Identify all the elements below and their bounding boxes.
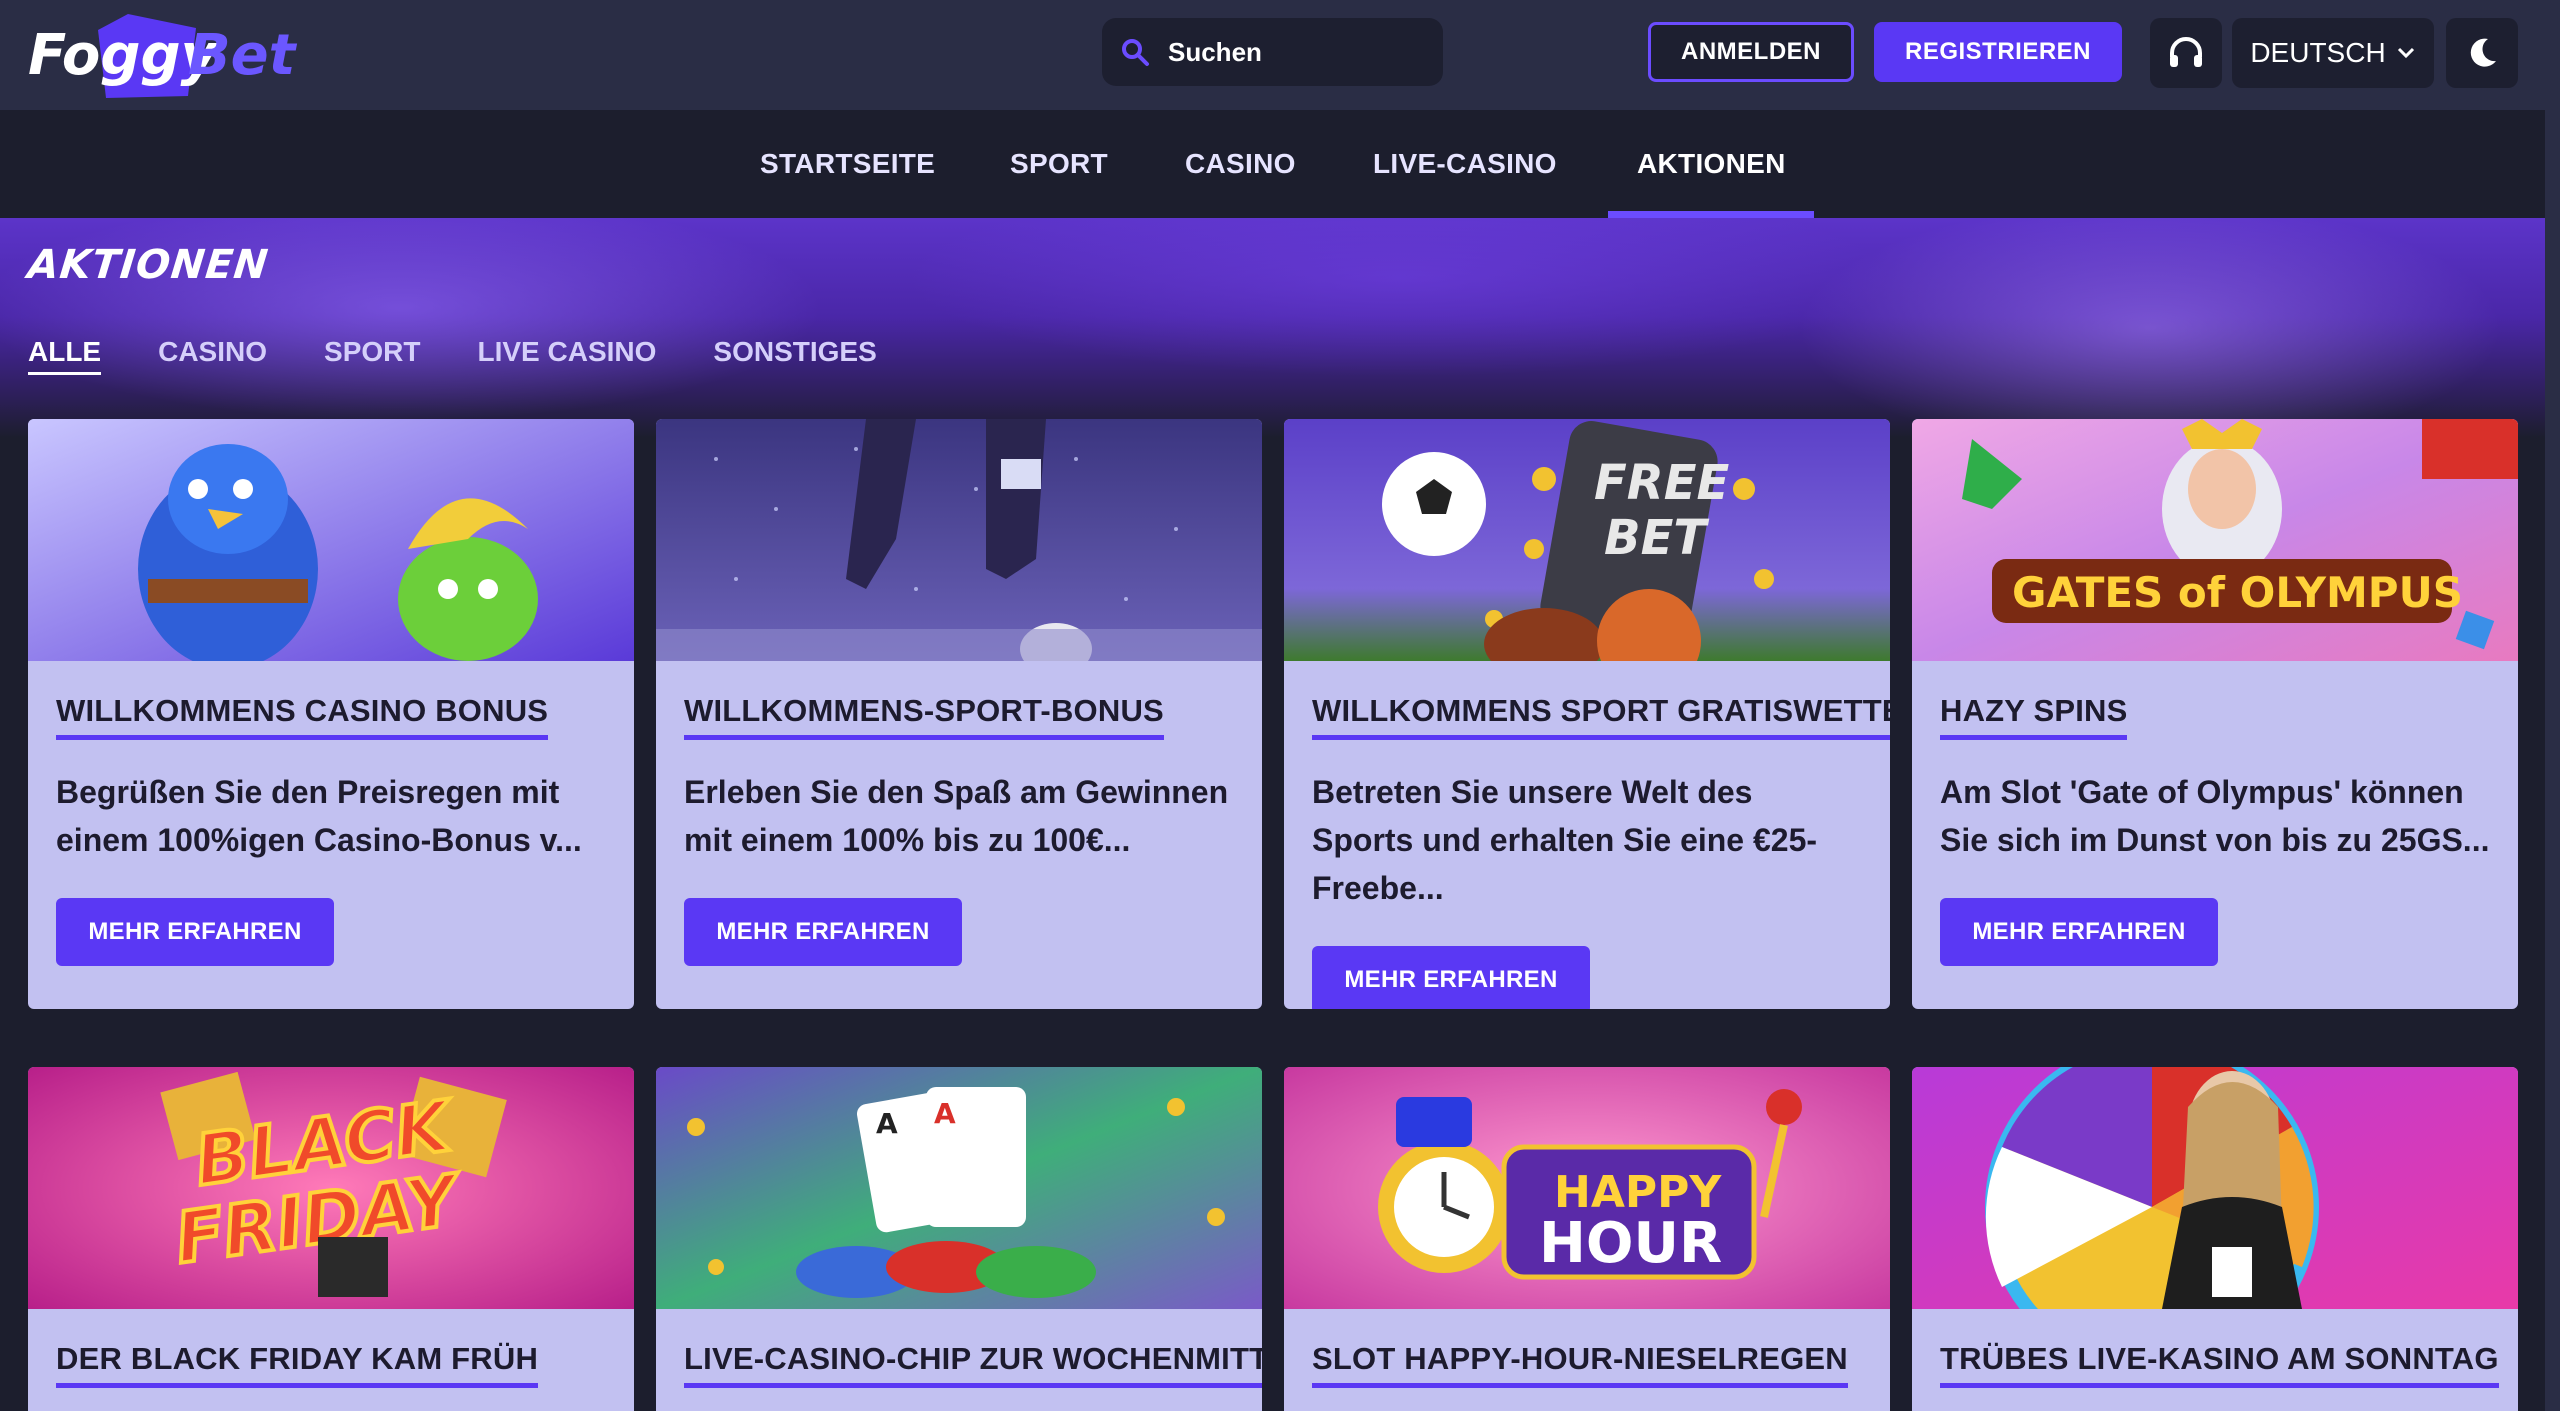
nav-sport[interactable]: SPORT bbox=[1010, 110, 1108, 218]
page-scrollbar[interactable] bbox=[2545, 110, 2560, 1411]
promo-card: BLACK FRIDAY DER BLACK FRIDAY KAM FRÜH bbox=[28, 1067, 634, 1411]
learn-more-button[interactable]: MEHR ERFAHREN bbox=[1312, 946, 1590, 1009]
main-navigation: STARTSEITE SPORT CASINO LIVE-CASINO AKTI… bbox=[0, 110, 2545, 218]
free-bet-art: FREE BET bbox=[1284, 419, 1890, 661]
learn-more-button[interactable]: MEHR ERFAHREN bbox=[56, 898, 334, 966]
promo-card: GATES of OLYMPUS HAZY SPINS Am Slot 'Gat… bbox=[1912, 419, 2518, 1009]
filter-sport[interactable]: SPORT bbox=[324, 336, 420, 375]
search-icon bbox=[1122, 39, 1149, 66]
nav-startseite[interactable]: STARTSEITE bbox=[760, 110, 935, 218]
theme-toggle-button[interactable] bbox=[2446, 18, 2518, 88]
filter-alle[interactable]: ALLE bbox=[28, 336, 102, 375]
happy-hour-text-2: HOUR bbox=[1539, 1211, 1722, 1276]
football-player-art bbox=[656, 419, 1262, 661]
filter-live-casino[interactable]: LIVE CASINO bbox=[477, 336, 656, 375]
promo-card: A A LIVE-CASINO-CHIP ZUR WOCHENMITTE bbox=[656, 1067, 1262, 1411]
promo-description: Erleben Sie den Spaß am Gewinnen mit ein… bbox=[684, 774, 1229, 858]
nav-aktionen[interactable]: AKTIONEN bbox=[1637, 110, 1786, 218]
language-select[interactable]: DEUTSCH bbox=[2232, 18, 2434, 88]
chevron-down-icon bbox=[2397, 47, 2414, 59]
svg-text:A: A bbox=[934, 1097, 956, 1130]
nav-active-indicator bbox=[1608, 211, 1814, 218]
promo-card: WILLKOMMENS-SPORT-BONUS Erleben Sie den … bbox=[656, 419, 1262, 1009]
promo-description: Am Slot 'Gate of Olympus' können Sie sic… bbox=[1940, 774, 2490, 858]
moon-icon bbox=[2470, 38, 2496, 67]
login-button[interactable]: ANMELDEN bbox=[1648, 22, 1854, 82]
search-box[interactable] bbox=[1102, 18, 1443, 86]
page-title: AKTIONEN bbox=[25, 242, 271, 288]
support-button[interactable] bbox=[2150, 18, 2222, 88]
search-input[interactable] bbox=[1168, 36, 1408, 68]
promo-card: TRÜBES LIVE-KASINO AM SONNTAG bbox=[1912, 1067, 2518, 1411]
promotions-hero: AKTIONEN ALLE CASINO SPORT LIVE CASINO S… bbox=[0, 218, 2545, 438]
svg-text:A: A bbox=[876, 1107, 898, 1140]
logo-text-bet: Bet bbox=[188, 23, 298, 88]
live-dealer-wheel-art bbox=[1912, 1067, 2518, 1309]
free-bet-text-2: BET bbox=[1604, 510, 1709, 566]
filter-casino[interactable]: CASINO bbox=[158, 336, 267, 375]
headset-icon bbox=[2170, 37, 2202, 67]
register-button[interactable]: REGISTRIEREN bbox=[1874, 22, 2122, 82]
promo-description: Betreten Sie unsere Welt des Sports und … bbox=[1312, 774, 1818, 906]
promo-description: Begrüßen Sie den Preisregen mit einem 10… bbox=[56, 774, 582, 858]
top-header: Foggy Bet ANMELDEN REGISTRIEREN DEUTSCH bbox=[0, 0, 2560, 110]
foggybet-logo[interactable]: Foggy Bet bbox=[28, 8, 298, 100]
promotion-filters: ALLE CASINO SPORT LIVE CASINO SONSTIGES bbox=[28, 336, 934, 375]
nav-live-casino[interactable]: LIVE-CASINO bbox=[1373, 110, 1557, 218]
language-label: DEUTSCH bbox=[2250, 37, 2386, 68]
promo-title: LIVE-CASINO-CHIP ZUR WOCHENMITTE bbox=[684, 1341, 1262, 1388]
free-bet-text-1: FREE bbox=[1594, 455, 1730, 511]
gates-of-olympus-text: GATES of OLYMPUS bbox=[2012, 568, 2463, 617]
promo-title: SLOT HAPPY-HOUR-NIESELREGEN bbox=[1312, 1341, 1848, 1388]
casino-chips-art: A A bbox=[656, 1067, 1262, 1309]
black-friday-art: BLACK FRIDAY bbox=[28, 1067, 634, 1309]
promo-card: WILLKOMMENS CASINO BONUS Begrüßen Sie de… bbox=[28, 419, 634, 1009]
gates-of-olympus-art: GATES of OLYMPUS bbox=[1912, 419, 2518, 661]
promo-title: WILLKOMMENS CASINO BONUS bbox=[56, 693, 549, 740]
learn-more-button[interactable]: MEHR ERFAHREN bbox=[684, 898, 962, 966]
promo-card: HAPPY HOUR SLOT HAPPY-HOUR-NIESELREGEN bbox=[1284, 1067, 1890, 1411]
happy-hour-art: HAPPY HOUR bbox=[1284, 1067, 1890, 1309]
promo-title: TRÜBES LIVE-KASINO AM SONNTAG bbox=[1940, 1341, 2499, 1388]
promo-title: WILLKOMMENS SPORT GRATISWETTE bbox=[1312, 693, 1890, 740]
promo-title: WILLKOMMENS-SPORT-BONUS bbox=[684, 693, 1164, 740]
promo-title: DER BLACK FRIDAY KAM FRÜH bbox=[56, 1341, 539, 1388]
filter-sonstiges[interactable]: SONSTIGES bbox=[713, 336, 876, 375]
promo-title: HAZY SPINS bbox=[1940, 693, 2128, 740]
learn-more-button[interactable]: MEHR ERFAHREN bbox=[1940, 898, 2218, 966]
casino-birds-art bbox=[28, 419, 634, 661]
promo-card: FREE BET WILLKOMMENS SPORT GRATISWETTE B… bbox=[1284, 419, 1890, 1009]
nav-casino[interactable]: CASINO bbox=[1185, 110, 1296, 218]
